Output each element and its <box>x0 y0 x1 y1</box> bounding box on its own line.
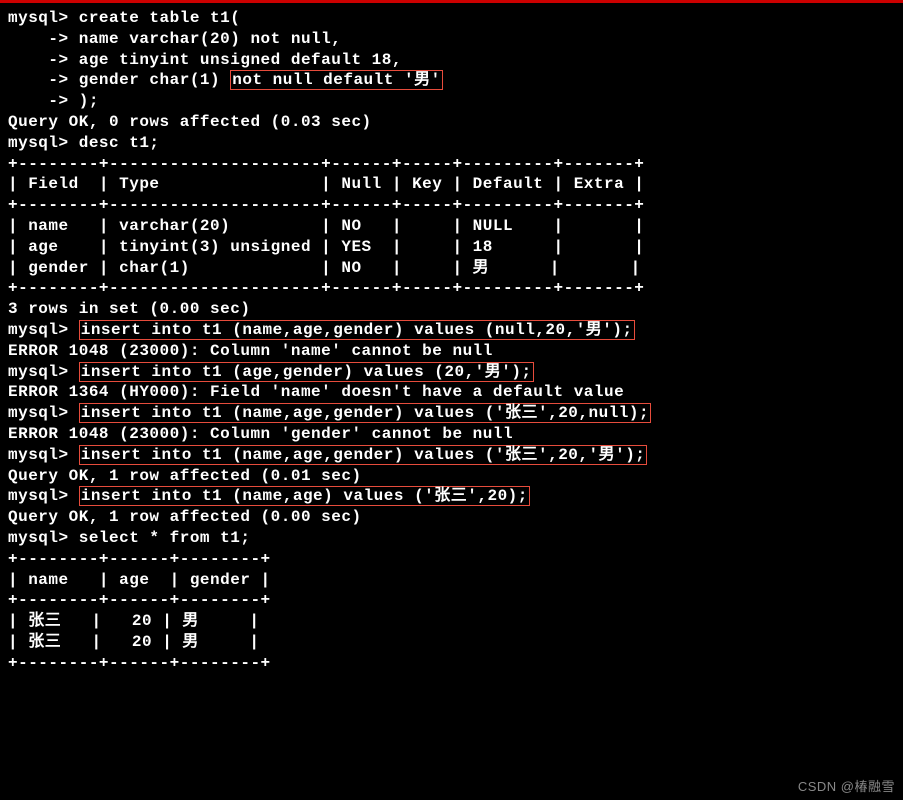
query-ok-insert-2: Query OK, 1 row affected (0.00 sec) <box>8 507 895 528</box>
table-row-gender: | gender | char(1) | NO | | 男 | | <box>8 258 895 279</box>
result-row-2: | 张三 | 20 | 男 | <box>8 632 895 653</box>
table-row-age: | age | tinyint(3) unsigned | YES | | 18… <box>8 237 895 258</box>
create-table-line-1: mysql> create table t1( <box>8 8 895 29</box>
watermark: CSDN @椿融雪 <box>798 779 895 796</box>
result-border-bottom: +--------+------+--------+ <box>8 653 895 674</box>
prompt-1: mysql> <box>8 321 79 339</box>
error-1364: ERROR 1364 (HY000): Field 'name' doesn't… <box>8 382 895 403</box>
insert-4: mysql> insert into t1 (name,age,gender) … <box>8 445 895 466</box>
insert-5: mysql> insert into t1 (name,age) values … <box>8 486 895 507</box>
table-border-bottom: +--------+---------------------+------+-… <box>8 278 895 299</box>
prompt-4: mysql> <box>8 446 79 464</box>
highlighted-not-null-default: not null default '男' <box>230 70 442 90</box>
highlighted-insert-no-name: insert into t1 (age,gender) values (20,'… <box>79 362 534 382</box>
terminal-output: mysql> create table t1( -> name varchar(… <box>8 8 895 674</box>
insert-1: mysql> insert into t1 (name,age,gender) … <box>8 320 895 341</box>
highlighted-insert-null-gender: insert into t1 (name,age,gender) values … <box>79 403 651 423</box>
highlighted-insert-default-gender: insert into t1 (name,age) values ('张三',2… <box>79 486 530 506</box>
result-border-top: +--------+------+--------+ <box>8 549 895 570</box>
create-table-line-5: -> ); <box>8 91 895 112</box>
select-command: mysql> select * from t1; <box>8 528 895 549</box>
create-table-line-4-prefix: -> gender char(1) <box>8 71 230 89</box>
result-row-1: | 张三 | 20 | 男 | <box>8 611 895 632</box>
rows-in-set: 3 rows in set (0.00 sec) <box>8 299 895 320</box>
insert-3: mysql> insert into t1 (name,age,gender) … <box>8 403 895 424</box>
create-table-line-3: -> age tinyint unsigned default 18, <box>8 50 895 71</box>
table-border-mid: +--------+---------------------+------+-… <box>8 195 895 216</box>
prompt-2: mysql> <box>8 363 79 381</box>
table-row-name: | name | varchar(20) | NO | | NULL | | <box>8 216 895 237</box>
result-header: | name | age | gender | <box>8 570 895 591</box>
highlighted-insert-full: insert into t1 (name,age,gender) values … <box>79 445 648 465</box>
prompt-5: mysql> <box>8 487 79 505</box>
create-table-line-4: -> gender char(1) not null default '男' <box>8 70 895 91</box>
table-border-top: +--------+---------------------+------+-… <box>8 154 895 175</box>
prompt-3: mysql> <box>8 404 79 422</box>
highlighted-insert-null-name: insert into t1 (name,age,gender) values … <box>79 320 635 340</box>
result-border-mid: +--------+------+--------+ <box>8 590 895 611</box>
top-border <box>0 0 903 3</box>
error-1048-gender: ERROR 1048 (23000): Column 'gender' cann… <box>8 424 895 445</box>
query-ok-insert-1: Query OK, 1 row affected (0.01 sec) <box>8 466 895 487</box>
table-header: | Field | Type | Null | Key | Default | … <box>8 174 895 195</box>
create-table-line-2: -> name varchar(20) not null, <box>8 29 895 50</box>
query-ok-create: Query OK, 0 rows affected (0.03 sec) <box>8 112 895 133</box>
insert-2: mysql> insert into t1 (age,gender) value… <box>8 362 895 383</box>
error-1048-name: ERROR 1048 (23000): Column 'name' cannot… <box>8 341 895 362</box>
desc-command: mysql> desc t1; <box>8 133 895 154</box>
